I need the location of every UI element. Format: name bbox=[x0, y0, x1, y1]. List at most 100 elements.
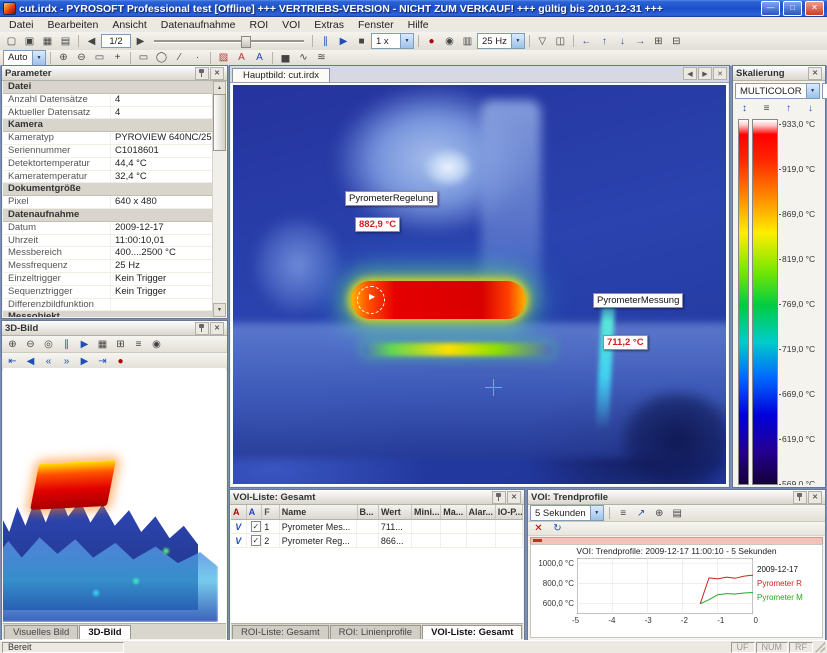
profile-icon[interactable]: ∿ bbox=[295, 50, 312, 65]
row-checkbox[interactable]: ✓ bbox=[247, 534, 263, 547]
full-screen-icon[interactable]: ⊟ bbox=[668, 34, 685, 49]
menu-item[interactable]: Datenaufnahme bbox=[154, 18, 243, 32]
table-row[interactable]: V ✓ 1 Pyrometer Mes... 711... bbox=[231, 520, 523, 534]
levels-select[interactable]: 256 ▼ bbox=[822, 83, 827, 99]
zoom-chart-icon[interactable]: ⊕ bbox=[651, 506, 668, 521]
column-header-mini[interactable]: Mini... bbox=[412, 505, 441, 519]
zoom-reset-icon[interactable]: ◎ bbox=[40, 337, 57, 352]
alarm-b-icon[interactable]: A bbox=[247, 505, 263, 519]
voi-table-header[interactable]: A A F Name B... Wert Mini... Ma... Alar.… bbox=[231, 505, 523, 520]
pan-icon[interactable]: + bbox=[109, 50, 126, 65]
menu-item[interactable]: Extras bbox=[307, 18, 351, 32]
fast-backward-icon[interactable]: « bbox=[40, 354, 57, 369]
parameter-row[interactable]: Messfrequenz 25 Hz bbox=[3, 260, 213, 273]
parameter-row[interactable]: Detektortemperatur 44,4 °C bbox=[3, 158, 213, 171]
frequency-select[interactable]: 25 Hz ▼ bbox=[477, 33, 525, 49]
menu-item[interactable]: Bearbeiten bbox=[41, 18, 106, 32]
prev-frame-icon[interactable]: ◀ bbox=[22, 354, 39, 369]
thermal-image[interactable]: ▶ PyrometerRegelung 882,9 °C PyrometerMe… bbox=[233, 85, 726, 484]
column-header-alarm[interactable]: Alar... bbox=[467, 505, 496, 519]
column-header-wert[interactable]: Wert bbox=[379, 505, 412, 519]
scale-settings-icon[interactable]: ≡ bbox=[758, 101, 775, 116]
table-row[interactable]: V ✓ 2 Pyrometer Reg... 866... bbox=[231, 534, 523, 548]
axes-icon[interactable]: ⊞ bbox=[112, 337, 129, 352]
chevron-down-icon[interactable]: ▼ bbox=[32, 51, 45, 65]
annotation-label[interactable]: PyrometerRegelung bbox=[345, 191, 438, 206]
color-scale-strip[interactable] bbox=[752, 119, 778, 485]
view-tab[interactable]: 3D-Bild bbox=[79, 625, 130, 639]
trigger-icon[interactable]: ▽ bbox=[534, 34, 551, 49]
zoom-out-icon[interactable]: ⊖ bbox=[22, 337, 39, 352]
roi-rectangle-icon[interactable]: ▭ bbox=[135, 50, 152, 65]
zoom-fit-icon[interactable]: ▭ bbox=[91, 50, 108, 65]
save-icon[interactable]: ▦ bbox=[39, 34, 56, 49]
parameter-row[interactable]: Aktueller Datensatz 4 bbox=[3, 107, 213, 120]
scale-up-icon[interactable]: ↑ bbox=[780, 101, 797, 116]
open-file-icon[interactable]: ▣ bbox=[21, 34, 38, 49]
roi-point-icon[interactable]: · bbox=[189, 50, 206, 65]
camera-icon[interactable]: ◉ bbox=[441, 34, 458, 49]
menu-item[interactable]: Ansicht bbox=[105, 18, 153, 32]
first-frame-icon[interactable]: ⇤ bbox=[4, 354, 21, 369]
play-icon[interactable]: ▶ bbox=[335, 34, 352, 49]
menu-item[interactable]: Fenster bbox=[351, 18, 401, 32]
alarm-a-icon[interactable]: A bbox=[231, 505, 247, 519]
stop-icon[interactable]: ■ bbox=[353, 34, 370, 49]
chart-settings-icon[interactable]: ≡ bbox=[615, 506, 632, 521]
tab-close-icon[interactable]: ✕ bbox=[713, 67, 727, 80]
parameter-row[interactable]: Datum 2009-12-17 bbox=[3, 222, 213, 235]
pause-icon[interactable]: ∥ bbox=[317, 34, 334, 49]
label-color-icon[interactable]: A bbox=[233, 50, 250, 65]
scale-down-icon[interactable]: ↓ bbox=[802, 101, 819, 116]
parameter-row[interactable]: Sequenztrigger Kein Trigger bbox=[3, 286, 213, 299]
close-icon[interactable]: ✕ bbox=[507, 491, 521, 504]
view3d-panel-header[interactable]: 3D-Bild ✕ bbox=[2, 321, 227, 336]
row-checkbox[interactable]: ✓ bbox=[247, 520, 263, 533]
roi-line-icon[interactable]: ∕ bbox=[171, 50, 188, 65]
resize-grip[interactable] bbox=[815, 642, 825, 652]
scrollbar-thumb[interactable] bbox=[213, 94, 226, 151]
annotation-label[interactable]: PyrometerMessung bbox=[593, 293, 683, 308]
parameter-row[interactable]: Dokumentgröße bbox=[3, 183, 213, 196]
menu-item[interactable]: Hilfe bbox=[401, 18, 436, 32]
menu-item[interactable]: ROI bbox=[242, 18, 275, 32]
next-frame-icon[interactable]: ▶ bbox=[76, 354, 93, 369]
export-icon[interactable]: ▤ bbox=[57, 34, 74, 49]
clear-chart-icon[interactable]: ✕ bbox=[530, 521, 547, 536]
column-header-ioport[interactable]: IO-P... bbox=[496, 505, 523, 519]
fit-image-icon[interactable]: ⊞ bbox=[650, 34, 667, 49]
new-document-icon[interactable]: ▢ bbox=[3, 34, 20, 49]
visibility-icon[interactable]: V bbox=[231, 534, 247, 547]
pan-down-icon[interactable]: ↓ bbox=[614, 34, 631, 49]
grid-icon[interactable]: ▦ bbox=[94, 337, 111, 352]
export-chart-icon[interactable]: ↗ bbox=[633, 506, 650, 521]
list-tab[interactable]: ROI: Linienprofile bbox=[330, 625, 421, 639]
parameter-row[interactable]: Uhrzeit 11:00:10,01 bbox=[3, 235, 213, 248]
pan-left-icon[interactable]: ← bbox=[578, 34, 595, 49]
pan-up-icon[interactable]: ↑ bbox=[596, 34, 613, 49]
trend-panel-header[interactable]: VOI: Trendprofile ✕ bbox=[528, 490, 825, 505]
parameter-row[interactable]: Anzahl Datensätze 4 bbox=[3, 94, 213, 107]
parameter-panel-header[interactable]: Parameter ✕ bbox=[2, 66, 227, 81]
title-bar[interactable]: cut.irdx - PYROSOFT Professional test [O… bbox=[0, 0, 827, 17]
parameter-row[interactable]: Seriennummer C1018601 bbox=[3, 145, 213, 158]
menu-item[interactable]: Datei bbox=[2, 18, 41, 32]
interval-select[interactable]: 5 Sekunden ▼ bbox=[530, 505, 604, 521]
annotation-temperature[interactable]: 882,9 °C bbox=[355, 217, 400, 232]
fast-forward-icon[interactable]: » bbox=[58, 354, 75, 369]
thermal-3d-view[interactable] bbox=[3, 368, 226, 624]
trend-chart[interactable] bbox=[577, 558, 753, 614]
pan-right-icon[interactable]: → bbox=[632, 34, 649, 49]
list-tab[interactable]: VOI-Liste: Gesamt bbox=[422, 625, 522, 639]
zoom-in-icon[interactable]: ⊕ bbox=[55, 50, 72, 65]
parameter-row[interactable]: Datenaufnahme bbox=[3, 209, 213, 222]
column-header-ma[interactable]: Ma... bbox=[441, 505, 466, 519]
camera-icon[interactable]: ◉ bbox=[148, 337, 165, 352]
scroll-up-icon[interactable]: ▲ bbox=[213, 81, 226, 95]
chevron-down-icon[interactable]: ▼ bbox=[511, 34, 524, 48]
column-header-b[interactable]: B... bbox=[358, 505, 379, 519]
column-header-name[interactable]: Name bbox=[280, 505, 358, 519]
auto-scale-icon[interactable]: ↕ bbox=[736, 101, 753, 116]
play-icon[interactable]: ▶ bbox=[76, 337, 93, 352]
voi-list-panel-header[interactable]: VOI-Liste: Gesamt ✕ bbox=[230, 490, 524, 505]
